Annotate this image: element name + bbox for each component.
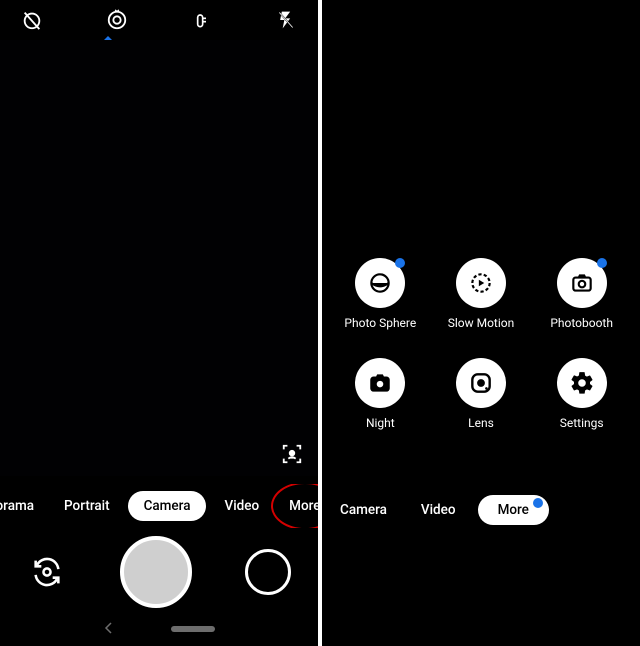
new-badge-dot xyxy=(395,258,405,268)
more-item-slowmotion[interactable]: Slow Motion xyxy=(431,258,532,330)
nav-back-icon[interactable] xyxy=(103,622,117,636)
photobooth-icon xyxy=(557,258,607,308)
phone-right: Photo Sphere Slow Motion Photobooth Nigh… xyxy=(322,0,640,646)
mode-more[interactable]: More xyxy=(277,490,318,522)
mode-camera[interactable]: Camera xyxy=(128,491,207,521)
mode-selector[interactable]: Camera Video More xyxy=(322,488,640,532)
more-item-label: Settings xyxy=(560,416,604,430)
mode-video[interactable]: Video xyxy=(212,490,271,522)
nav-home-pill[interactable] xyxy=(171,626,215,632)
mode-more[interactable]: More xyxy=(478,495,549,525)
more-item-lens[interactable]: Lens xyxy=(431,358,532,430)
motion-icon[interactable] xyxy=(105,8,129,32)
camera-controls xyxy=(0,530,318,614)
whitebalance-icon[interactable] xyxy=(189,8,213,32)
more-item-label: Photo Sphere xyxy=(344,316,416,330)
new-badge-dot xyxy=(597,258,607,268)
night-icon xyxy=(355,358,405,408)
gallery-thumbnail[interactable] xyxy=(245,549,291,595)
phone-left: Motion is enabled norama Portrait Camera… xyxy=(0,0,318,646)
more-modes-grid: Photo Sphere Slow Motion Photobooth Nigh… xyxy=(322,258,640,430)
mode-video[interactable]: Video xyxy=(409,494,468,526)
lens-icon xyxy=(456,358,506,408)
mode-portrait[interactable]: Portrait xyxy=(52,490,122,522)
face-retouch-icon[interactable] xyxy=(278,440,306,468)
more-item-photosphere[interactable]: Photo Sphere xyxy=(330,258,431,330)
more-item-label: Lens xyxy=(468,416,494,430)
more-item-label: Slow Motion xyxy=(448,316,515,330)
switch-camera-button[interactable] xyxy=(27,552,67,592)
more-item-label: Photobooth xyxy=(550,316,613,330)
more-item-label: Night xyxy=(366,416,395,430)
photosphere-icon xyxy=(355,258,405,308)
android-navbar xyxy=(0,616,318,642)
mode-selector[interactable]: norama Portrait Camera Video More xyxy=(0,484,318,528)
more-item-settings[interactable]: Settings xyxy=(531,358,632,430)
more-item-night[interactable]: Night xyxy=(330,358,431,430)
shutter-button[interactable] xyxy=(120,536,192,608)
mode-panorama[interactable]: norama xyxy=(0,490,46,522)
timer-off-icon[interactable] xyxy=(20,8,44,32)
mode-more-label: More xyxy=(498,502,529,518)
slowmotion-icon xyxy=(456,258,506,308)
camera-viewfinder[interactable] xyxy=(0,40,318,476)
settings-icon xyxy=(557,358,607,408)
flash-off-icon[interactable] xyxy=(274,8,298,32)
more-item-photobooth[interactable]: Photobooth xyxy=(531,258,632,330)
top-toolbar xyxy=(0,0,318,40)
new-badge-dot xyxy=(533,498,543,508)
mode-camera[interactable]: Camera xyxy=(328,494,399,526)
